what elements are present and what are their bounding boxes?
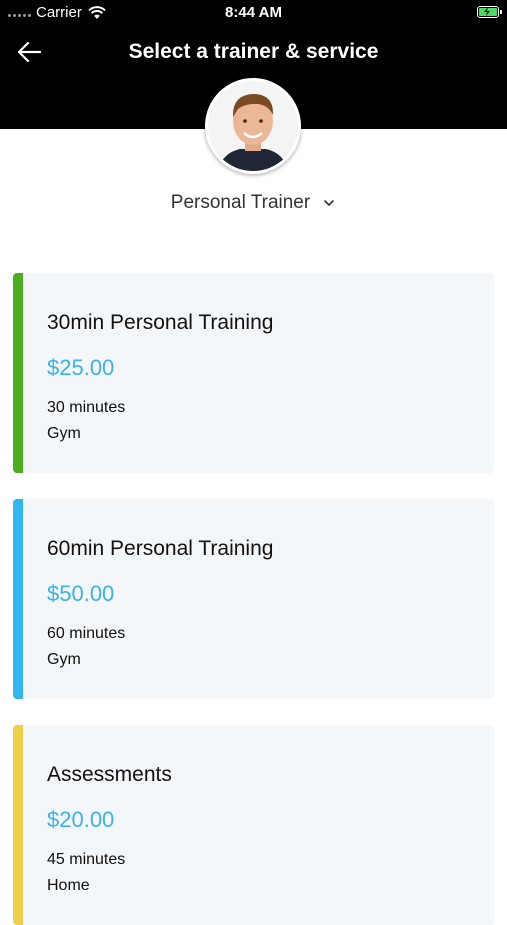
service-duration: 60 minutes xyxy=(47,625,126,642)
page-title: Select a trainer & service xyxy=(128,40,379,63)
service-name: 30min Personal Training xyxy=(47,311,274,334)
chevron-down-icon xyxy=(324,200,335,207)
service-name: Assessments xyxy=(47,763,172,786)
service-accent-bar xyxy=(13,499,23,699)
service-card[interactable]: 60min Personal Training $50.00 60 minute… xyxy=(13,499,494,699)
service-card[interactable]: Assessments $20.00 45 minutes Home xyxy=(13,725,494,925)
status-time: 8:44 AM xyxy=(225,4,282,21)
trainer-dropdown-label: Personal Trainer xyxy=(170,192,311,213)
service-card[interactable]: 30min Personal Training $25.00 30 minute… xyxy=(13,273,494,473)
service-location: Home xyxy=(47,877,90,894)
service-name: 60min Personal Training xyxy=(47,537,274,560)
service-price: $50.00 xyxy=(47,581,115,606)
trainer-photo xyxy=(208,81,298,171)
service-location: Gym xyxy=(47,425,81,442)
service-accent-bar xyxy=(13,273,23,473)
service-location: Gym xyxy=(47,651,81,668)
service-duration: 45 minutes xyxy=(47,851,126,868)
service-duration: 30 minutes xyxy=(47,399,126,416)
service-accent-bar xyxy=(13,725,23,925)
trainer-dropdown[interactable]: Personal Trainer xyxy=(0,190,507,216)
battery-icon xyxy=(477,6,502,18)
back-arrow-icon[interactable] xyxy=(16,40,42,64)
status-bar: Carrier 8:44 AM xyxy=(0,0,507,28)
service-price: $25.00 xyxy=(47,355,115,380)
trainer-avatar xyxy=(205,78,301,174)
service-price: $20.00 xyxy=(47,807,115,832)
